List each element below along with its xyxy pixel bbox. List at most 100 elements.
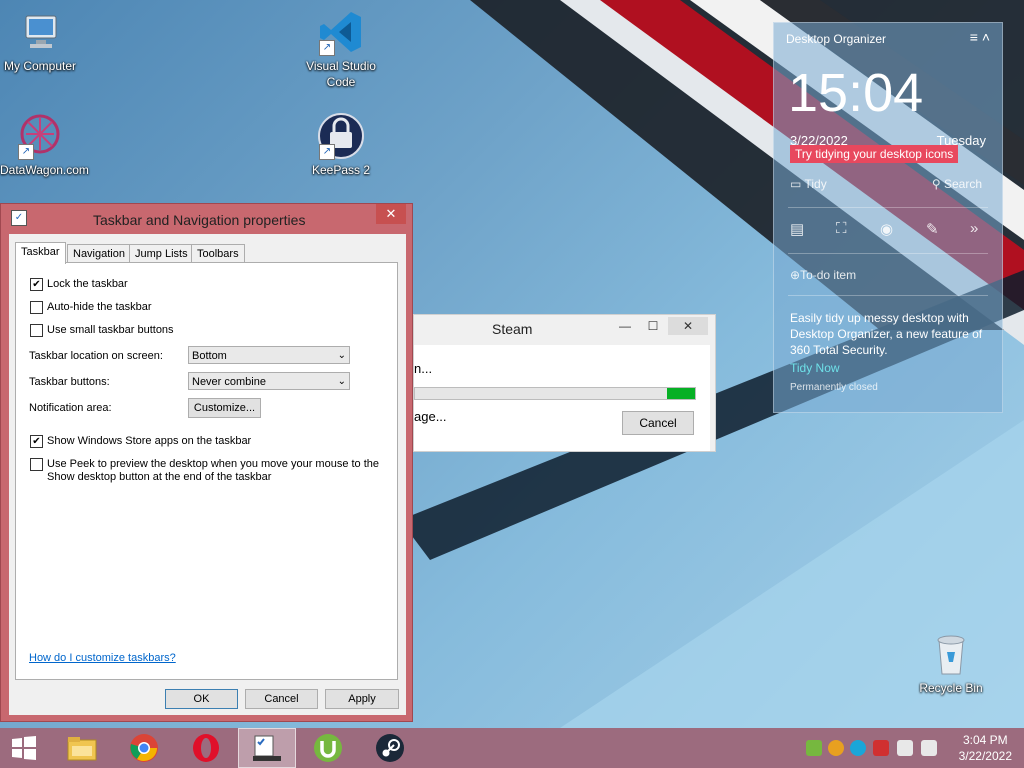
- steam-detail-text: age...: [414, 409, 447, 424]
- crop-icon[interactable]: ⛶: [836, 220, 847, 237]
- store-apps-checkbox[interactable]: ✔ Show Windows Store apps on the taskbar: [30, 435, 251, 448]
- search-tray-icon[interactable]: [828, 740, 844, 756]
- divider: [788, 253, 988, 254]
- location-select[interactable]: Bottom ⌄: [188, 346, 350, 364]
- clock-date: 3/22/2022: [958, 749, 1012, 763]
- start-icon: [12, 736, 36, 760]
- desktop-icon-my-computer[interactable]: My Computer: [0, 8, 80, 74]
- computer-icon: [16, 8, 64, 56]
- small-buttons-checkbox[interactable]: Use small taskbar buttons: [30, 324, 174, 337]
- tab-taskbar[interactable]: Taskbar: [15, 242, 66, 264]
- buttons-value: Never combine: [192, 376, 266, 388]
- desktop-organizer-widget[interactable]: Desktop Organizer ≡ ˄ 15:04 3/22/2022 Tu…: [773, 22, 1003, 413]
- desktop-icon-recycle-bin[interactable]: Recycle Bin: [911, 630, 991, 696]
- taskbar-properties-app[interactable]: [238, 728, 296, 768]
- recycle-bin-icon: [927, 630, 975, 678]
- checkbox-box[interactable]: [30, 301, 43, 314]
- desktop-icon-vscode[interactable]: ↗ Visual Studio Code: [301, 8, 381, 90]
- taskbar-clock[interactable]: 3:04 PM 3/22/2022: [959, 732, 1012, 764]
- auto-hide-checkbox[interactable]: Auto-hide the taskbar: [30, 301, 152, 314]
- tab-toolbars[interactable]: Toolbars: [191, 244, 245, 264]
- expand-icon[interactable]: »: [970, 220, 978, 237]
- permanently-closed-link[interactable]: Permanently closed: [790, 382, 878, 393]
- volume-muted-tray-icon[interactable]: [921, 740, 937, 756]
- search-button[interactable]: ⚲ Search: [932, 177, 982, 191]
- utorrent-tray-icon[interactable]: [806, 740, 822, 756]
- checkbox-label: Auto-hide the taskbar: [47, 301, 152, 313]
- clock-time: 3:04 PM: [962, 733, 1008, 747]
- dialog-titlebar[interactable]: ✓ Taskbar and Navigation properties ✕: [1, 204, 412, 234]
- tidy-label: Tidy: [804, 177, 827, 191]
- desktop-icon-label: DataWagon.com: [0, 163, 89, 177]
- todo-add-button[interactable]: ⊕To-do item: [790, 268, 856, 282]
- divider: [788, 295, 988, 296]
- taskbar-opera[interactable]: [180, 728, 232, 768]
- steam-window[interactable]: Steam — ☐ ✕ n... age... Cancel: [413, 314, 716, 452]
- monitor-icon: ▭: [790, 177, 805, 191]
- checkbox-box[interactable]: ✔: [30, 278, 43, 291]
- cancel-button[interactable]: Cancel: [245, 689, 318, 709]
- start-button[interactable]: [0, 728, 48, 768]
- organizer-promo-text: Easily tidy up messy desktop with Deskto…: [790, 311, 983, 357]
- checkbox-label: Use Peek to preview the desktop when you…: [47, 458, 379, 484]
- taskbar-utorrent[interactable]: [302, 728, 354, 768]
- organizer-tip: Try tidying your desktop icons: [790, 145, 959, 163]
- buttons-select[interactable]: Never combine ⌄: [188, 372, 350, 390]
- steam-maximize-button[interactable]: ☐: [640, 317, 666, 335]
- checkbox-label: Use small taskbar buttons: [47, 324, 174, 336]
- notification-label: Notification area:: [29, 402, 112, 414]
- steam-cancel-button[interactable]: Cancel: [622, 411, 694, 435]
- 360-security-tray-icon[interactable]: [850, 740, 866, 756]
- file-explorer-icon: [67, 737, 97, 761]
- customize-button[interactable]: Customize...: [188, 398, 261, 418]
- tidy-now-link[interactable]: Tidy Now: [790, 361, 840, 375]
- dialog-close-button[interactable]: ✕: [376, 204, 406, 224]
- tidy-button[interactable]: ▭ Tidy: [790, 177, 827, 191]
- peek-label-line2: Show desktop button at the end of the ta…: [47, 471, 272, 483]
- checkbox-label: Lock the taskbar: [47, 278, 128, 290]
- steam-close-button[interactable]: ✕: [668, 317, 708, 335]
- dialog-app-icon: ✓: [11, 210, 27, 226]
- taskbar-properties-dialog[interactable]: ✓ Taskbar and Navigation properties ✕ Ta…: [0, 203, 413, 722]
- utorrent-icon: [314, 734, 342, 762]
- vscode-icon: ↗: [317, 8, 365, 56]
- desktop-icon-label: Visual Studio Code: [306, 59, 376, 89]
- checkbox-box[interactable]: ✔: [30, 435, 43, 448]
- peek-checkbox[interactable]: Use Peek to preview the desktop when you…: [30, 458, 379, 484]
- organizer-menu-icon[interactable]: ≡ ˄: [970, 29, 990, 45]
- tab-jump-lists[interactable]: Jump Lists: [129, 244, 194, 264]
- taskbar-tab-panel: ✔ Lock the taskbar Auto-hide the taskbar…: [15, 262, 398, 680]
- steam-minimize-button[interactable]: —: [612, 317, 638, 335]
- steam-progress-bar: [414, 387, 696, 400]
- taskbar-chrome[interactable]: [118, 728, 170, 768]
- security-alert-tray-icon[interactable]: [873, 740, 889, 756]
- lock-taskbar-checkbox[interactable]: ✔ Lock the taskbar: [30, 278, 128, 291]
- eye-icon[interactable]: ◉: [880, 220, 893, 238]
- steam-icon: [376, 734, 404, 762]
- taskbar-steam[interactable]: [364, 728, 416, 768]
- steam-status-text: n...: [414, 361, 433, 376]
- organizer-time: 15:04: [788, 63, 924, 123]
- checkbox-box[interactable]: [30, 458, 43, 471]
- help-link[interactable]: How do I customize taskbars?: [29, 652, 176, 664]
- taskbar-properties-icon: [253, 735, 281, 761]
- network-tray-icon[interactable]: [897, 740, 913, 756]
- edit-icon[interactable]: ✎: [926, 220, 939, 238]
- shortcut-arrow-icon: ↗: [18, 144, 34, 160]
- divider: [788, 207, 988, 208]
- taskbar: 3:04 PM 3/22/2022: [0, 728, 1024, 768]
- notes-icon[interactable]: ▤: [790, 220, 804, 238]
- ok-button[interactable]: OK: [165, 689, 238, 709]
- datawagon-icon: ↗: [16, 112, 64, 160]
- peek-label-line1: Use Peek to preview the desktop when you…: [47, 458, 380, 470]
- shortcut-arrow-icon: ↗: [319, 40, 335, 56]
- desktop-icon-keepass[interactable]: ↗ KeePass 2: [301, 112, 381, 178]
- checkbox-box[interactable]: [30, 324, 43, 337]
- apply-button[interactable]: Apply: [325, 689, 399, 709]
- checkbox-label: Show Windows Store apps on the taskbar: [47, 435, 252, 447]
- taskbar-file-explorer[interactable]: [56, 728, 108, 768]
- tab-navigation[interactable]: Navigation: [67, 244, 131, 264]
- desktop-icon-datawagon[interactable]: ↗ DataWagon.com: [0, 112, 89, 178]
- chevron-down-icon: ⌄: [337, 350, 346, 361]
- shortcut-arrow-icon: ↗: [319, 144, 335, 160]
